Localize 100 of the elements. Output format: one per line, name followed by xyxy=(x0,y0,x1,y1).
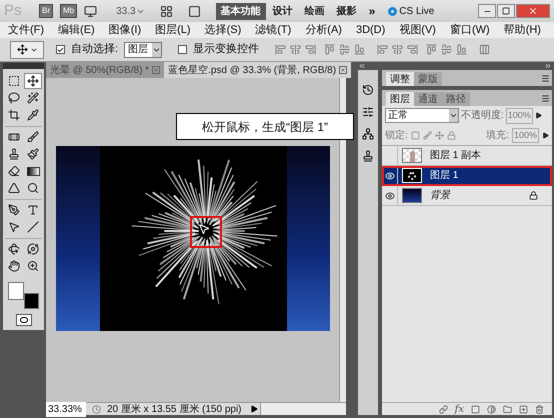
panel-tab[interactable]: 图层 xyxy=(386,92,414,106)
align-icon[interactable] xyxy=(290,44,302,55)
link-icon[interactable] xyxy=(438,404,448,414)
lock-label: 锁定: xyxy=(385,128,408,143)
layer-name: 图层 1 xyxy=(430,169,458,183)
lock-pixels-icon[interactable] xyxy=(422,130,432,140)
vertical-scrollbar[interactable] xyxy=(339,78,346,402)
panel-tab[interactable]: 路径 xyxy=(442,92,470,106)
collapse-icon[interactable] xyxy=(358,62,366,70)
magnifier-icon xyxy=(27,182,39,194)
menu-item[interactable]: 文件(F) xyxy=(8,22,44,38)
lock-all-icon[interactable] xyxy=(446,130,456,140)
lock-position-icon[interactable] xyxy=(434,130,444,140)
move-tool[interactable] xyxy=(24,73,42,89)
arrange-icon[interactable] xyxy=(160,4,173,18)
bridge-button[interactable]: Br xyxy=(39,4,53,18)
workspace-button[interactable]: 绘画 xyxy=(300,2,330,20)
align-icon[interactable] xyxy=(324,44,336,55)
panel-tab[interactable]: 通道 xyxy=(414,92,442,106)
menu-item[interactable]: 3D(D) xyxy=(356,22,386,38)
stamp-icon[interactable] xyxy=(362,150,374,162)
history-icon[interactable] xyxy=(362,84,374,96)
brush-icon xyxy=(27,131,39,143)
distribute-icon[interactable] xyxy=(377,44,388,55)
auto-select-checkbox[interactable] xyxy=(56,45,65,54)
auto-select-dropdown[interactable]: 图层 xyxy=(124,42,162,58)
mask-icon[interactable] xyxy=(471,404,480,414)
magic-wand-icon xyxy=(27,92,39,104)
align-icon[interactable] xyxy=(339,44,350,55)
layer-row[interactable]: 图层 1 xyxy=(382,166,552,186)
menu-item[interactable]: 帮助(H) xyxy=(504,22,541,38)
panel-menu-icon[interactable] xyxy=(541,94,550,103)
quick-mask-button[interactable] xyxy=(16,314,32,326)
eye-icon xyxy=(384,170,394,180)
more-button[interactable]: » xyxy=(368,2,376,20)
distribute-icon[interactable] xyxy=(441,44,452,55)
document-info: 20 厘米 x 13.55 厘米 (150 ppi) xyxy=(107,402,242,416)
document-tab[interactable]: 蓝色星空.psd @ 33.3% (背景, RGB/8) xyxy=(164,62,352,78)
line-icon xyxy=(27,221,39,233)
layer-style-button[interactable]: fx xyxy=(454,402,464,416)
mini-bridge-button[interactable]: Mb xyxy=(60,4,78,18)
close-icon[interactable] xyxy=(339,66,348,74)
layer-name: 背景 xyxy=(430,188,450,203)
cs-live-button[interactable]: CS Live xyxy=(388,4,434,18)
play-icon[interactable] xyxy=(250,405,258,413)
crop-icon xyxy=(8,109,20,121)
play-icon[interactable] xyxy=(542,132,549,139)
blend-mode-dropdown[interactable]: 正常 xyxy=(385,108,459,124)
network-icon[interactable] xyxy=(362,128,374,140)
screen-mode-icon[interactable] xyxy=(188,4,201,18)
maximize-button[interactable] xyxy=(497,4,515,18)
menu-item[interactable]: 图层(L) xyxy=(155,22,191,38)
tool-preset-button[interactable] xyxy=(10,40,44,58)
monitor-icon[interactable] xyxy=(84,4,98,18)
workspace-button[interactable]: 设计 xyxy=(268,2,298,20)
panel-tab[interactable]: 蒙版 xyxy=(414,72,442,86)
background-color-swatch[interactable] xyxy=(24,293,38,309)
fill-label: 填充: xyxy=(486,128,509,143)
distribute-icon[interactable] xyxy=(407,44,418,55)
menu-item[interactable]: 编辑(E) xyxy=(58,22,95,38)
auto-select-label: 自动选择: xyxy=(71,42,118,58)
panel-menu-icon[interactable] xyxy=(541,74,550,83)
show-transform-checkbox[interactable] xyxy=(178,45,188,54)
move-icon xyxy=(27,75,39,87)
menu-item[interactable]: 窗口(W) xyxy=(450,22,490,38)
distribute-icon[interactable] xyxy=(426,44,438,55)
auto-align-icon[interactable] xyxy=(479,44,490,55)
align-icon[interactable] xyxy=(305,44,316,55)
horizontal-scrollbar[interactable] xyxy=(260,403,346,415)
layer-row[interactable]: 背景 xyxy=(382,186,552,206)
layer-name: 图层 1 副本 xyxy=(430,148,482,163)
distribute-icon[interactable] xyxy=(456,44,468,55)
paintbrush-icon xyxy=(27,148,39,160)
workspace-button[interactable]: 基本功能 xyxy=(216,2,266,20)
menu-item[interactable]: 选择(S) xyxy=(204,22,242,38)
expand-icon[interactable] xyxy=(544,62,552,70)
fill-field[interactable]: 100% xyxy=(512,128,539,143)
menu-item[interactable]: 分析(A) xyxy=(305,22,342,38)
lock-transparency-icon[interactable] xyxy=(410,130,420,140)
panel-tab[interactable]: 调整 xyxy=(386,72,414,86)
distribute-icon[interactable] xyxy=(392,44,404,55)
foreground-color-swatch[interactable] xyxy=(8,282,24,300)
sliders-icon[interactable] xyxy=(362,106,374,118)
menu-item[interactable]: 图像(I) xyxy=(108,22,142,38)
zoom-field[interactable]: 33.33% xyxy=(46,402,86,416)
opacity-field[interactable]: 100% xyxy=(506,108,533,124)
align-icon[interactable] xyxy=(275,44,286,55)
workspace-button[interactable]: 摄影 xyxy=(332,2,362,20)
trash-icon[interactable] xyxy=(535,404,544,414)
zoom-dropdown[interactable]: 33.3 xyxy=(116,4,145,18)
menu-item[interactable]: 视图(V) xyxy=(399,22,436,38)
play-icon[interactable] xyxy=(534,112,542,120)
menu-item[interactable]: 滤镜(T) xyxy=(255,22,292,38)
layer-thumbnail xyxy=(402,168,422,183)
align-icon[interactable] xyxy=(354,44,366,55)
maximize-icon xyxy=(502,7,510,15)
minimize-button[interactable] xyxy=(478,4,496,18)
folder-icon[interactable] xyxy=(503,404,512,414)
new-layer-icon[interactable] xyxy=(519,404,528,414)
adjustment-icon[interactable] xyxy=(487,404,496,414)
